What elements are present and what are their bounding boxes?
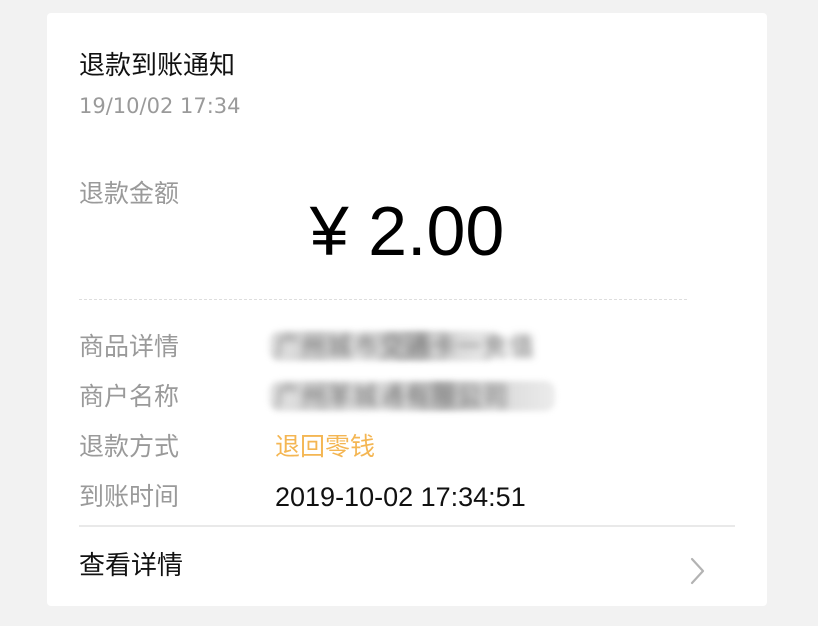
detail-row-product: 商品详情 广州城市交通卡一充值: [79, 329, 739, 365]
merchant-name-label: 商户名称: [79, 382, 180, 411]
refund-method-value: 退回零钱: [275, 432, 376, 461]
dashed-divider: [79, 299, 687, 300]
view-details-label: 查看详情: [79, 551, 184, 581]
refund-amount-value: ¥ 2.00: [309, 192, 505, 270]
notification-timestamp: 19/10/02 17:34: [79, 94, 241, 118]
merchant-name-value: 广州羊城通有限公司: [275, 382, 510, 411]
notification-title: 退款到账通知: [79, 51, 236, 81]
detail-row-refund-method: 退款方式 退回零钱: [79, 429, 739, 465]
product-details-label: 商品详情: [79, 332, 180, 361]
arrival-time-value: 2019-10-02 17:34:51: [275, 482, 526, 512]
arrival-time-label: 到账时间: [79, 482, 180, 511]
refund-method-label: 退款方式: [79, 432, 180, 461]
refund-notification-card: 退款到账通知 19/10/02 17:34 退款金额 ¥ 2.00 商品详情 广…: [47, 13, 767, 606]
chevron-right-icon: [690, 557, 705, 585]
detail-row-arrival-time: 到账时间 2019-10-02 17:34:51: [79, 479, 739, 515]
detail-row-merchant: 商户名称 广州羊城通有限公司: [79, 379, 739, 415]
product-details-value: 广州城市交通卡一充值: [275, 332, 536, 361]
view-details-button[interactable]: 查看详情: [47, 527, 767, 606]
